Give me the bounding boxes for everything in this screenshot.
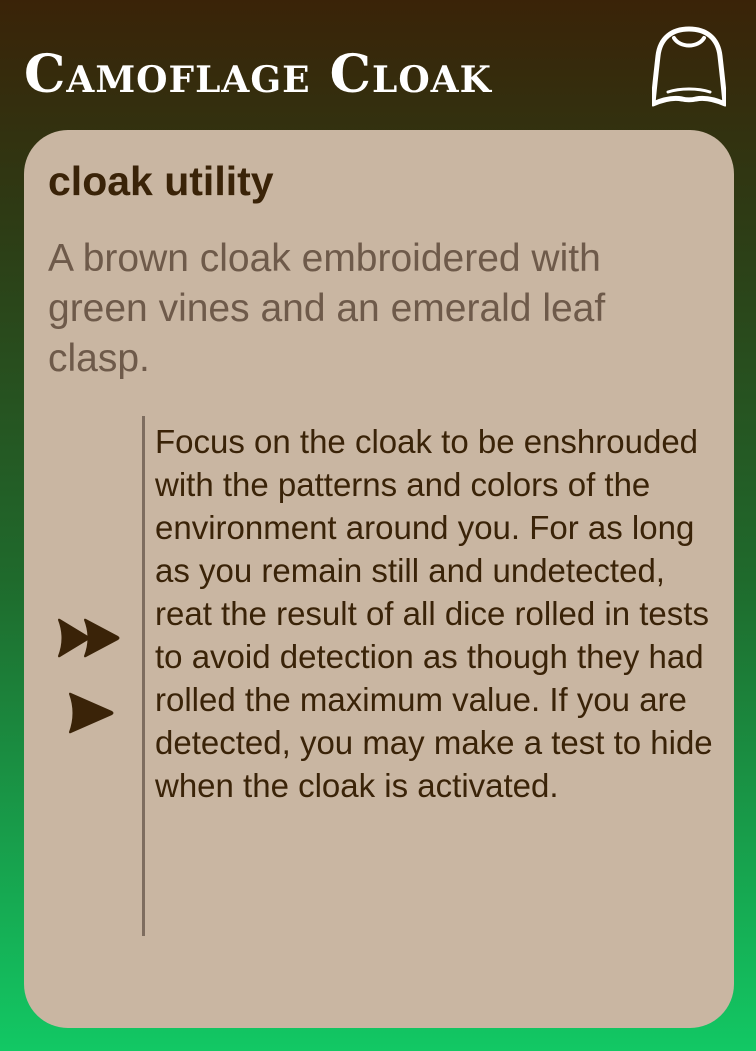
card-title: Camoflage Cloak (24, 44, 492, 105)
action-cost-icons (54, 616, 126, 736)
card-flavor-text: A brown cloak embroidered with green vin… (48, 237, 606, 380)
card-header: Camoflage Cloak (0, 0, 756, 130)
single-arrow-icon (69, 692, 114, 734)
ability-text: Focus on the cloak to be enshrouded with… (155, 423, 713, 804)
cloak-icon (652, 26, 726, 107)
card-type-line: cloak utility (48, 158, 274, 204)
double-arrow-icon (58, 618, 120, 658)
card-panel: cloak utility A brown cloak embroidered … (24, 130, 734, 1028)
ability-block: Focus on the cloak to be enshrouded with… (142, 416, 715, 936)
